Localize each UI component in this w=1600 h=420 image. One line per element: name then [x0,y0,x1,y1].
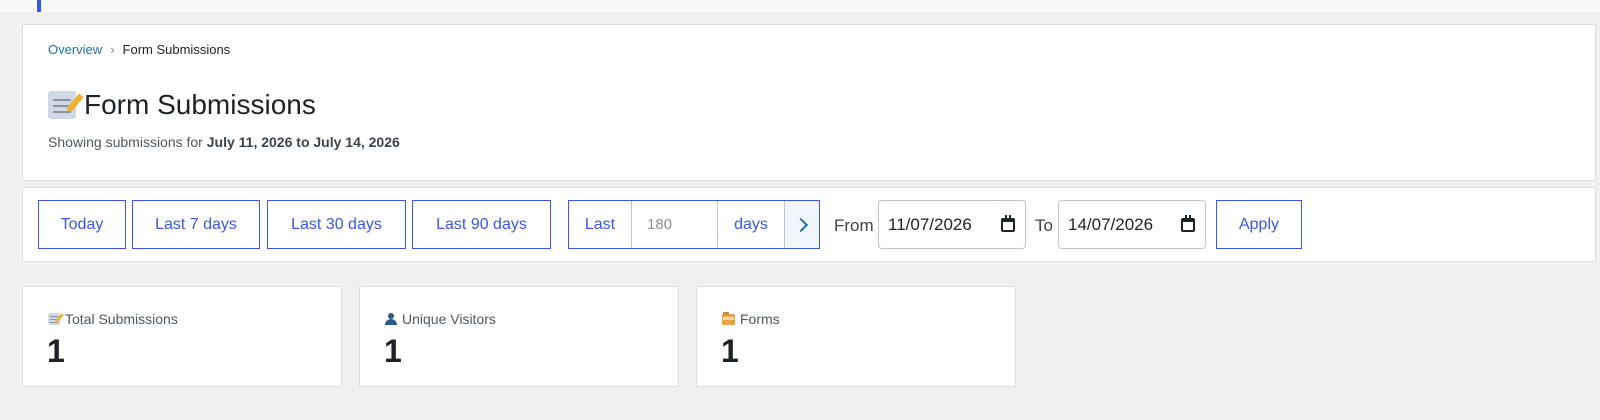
calendar-icon[interactable] [1181,214,1195,232]
custom-days-prefix: Last [569,201,632,248]
breadcrumb-current: Form Submissions [122,42,231,57]
stat-card-unique-visitors: Unique Visitors 1 [359,286,679,387]
calendar-icon[interactable] [1001,214,1015,232]
last-30-days-button[interactable]: Last 30 days [267,200,406,249]
from-label: From [834,216,874,235]
memo-icon [48,91,76,119]
stat-card-total-submissions: Total Submissions 1 [22,286,342,387]
stat-label: Total Submissions [48,311,178,327]
last-7-days-button[interactable]: Last 7 days [132,200,260,249]
page-header: Overview › Form Submissions Form Submiss… [22,24,1596,181]
summary-start-date: July 11, 2026 [206,134,293,150]
to-date-value: 14/07/2026 [1068,214,1154,234]
memo-icon [48,313,60,325]
from-date-value: 11/07/2026 [888,214,972,234]
to-label: To [1035,216,1053,235]
top-strip [0,0,1600,12]
stat-label-text: Forms [740,311,780,327]
stat-label-text: Unique Visitors [402,311,496,327]
breadcrumb: Overview › Form Submissions [48,42,230,57]
page-title: Form Submissions [48,89,316,121]
stat-label: Forms [722,311,780,327]
apply-button[interactable]: Apply [1216,200,1302,249]
chevron-right-icon [793,217,808,232]
stat-value: 1 [721,333,739,369]
page-title-text: Form Submissions [84,89,316,120]
summary-end-date: July 14, 2026 [313,134,400,150]
chevron-right-icon: › [110,42,115,57]
from-date-input[interactable]: 11/07/2026 [878,200,1026,249]
date-range-summary: Showing submissions for July 11, 2026 to… [48,134,400,150]
custom-days-go-button[interactable] [785,201,819,248]
person-icon [385,313,397,325]
folder-icon [722,311,735,325]
stat-label: Unique Visitors [385,311,496,327]
stat-value: 1 [384,333,402,369]
last-90-days-button[interactable]: Last 90 days [412,200,551,249]
top-accent-bar [37,0,41,12]
today-button[interactable]: Today [38,200,126,249]
stat-label-text: Total Submissions [65,311,178,327]
stat-value: 1 [47,333,65,369]
custom-days-input[interactable] [632,201,718,248]
custom-days-suffix: days [718,201,785,248]
summary-joiner: to [292,134,314,150]
to-date-input[interactable]: 14/07/2026 [1058,200,1206,249]
stat-card-forms: Forms 1 [696,286,1016,387]
breadcrumb-overview-link[interactable]: Overview [48,42,102,57]
summary-prefix: Showing submissions for [48,134,207,150]
date-filter-bar: Today Last 7 days Last 30 days Last 90 d… [22,187,1596,262]
custom-days-group: Last days [568,200,820,249]
